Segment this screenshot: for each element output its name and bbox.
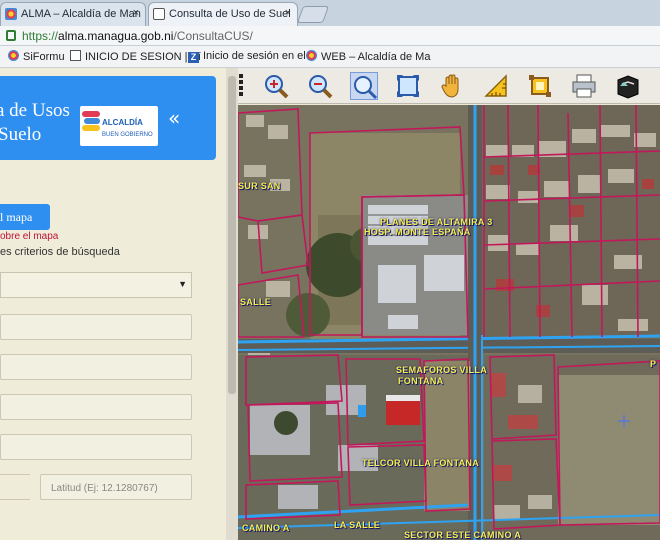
chevron-down-icon: ▼ [178,279,187,289]
map-label-planes-altamira: PLANES DE ALTAMIRA 3 [380,217,493,227]
url-scheme: https:// [22,29,59,43]
alcaldia-mark-icon [82,111,100,131]
page-content: a de Usos Suelo ALCALDÍA BUEN GOBIERNO «… [0,68,660,540]
map-label-hosp-monte-espana: HOSP. MONTE ESPAÑA [364,227,471,237]
flower-icon [306,50,317,61]
url-text[interactable]: https://alma.managua.gob.ni/ConsultaCUS/ [22,29,253,43]
map-label-salle: SALLE [240,297,272,307]
alcaldia-logo: ALCALDÍA BUEN GOBIERNO [80,106,158,146]
bookmark-label: INICIO DE SESION | Sí [85,51,201,63]
latitude-field[interactable]: Latitud (Ej: 12.1280767) [40,474,192,500]
zoom-in-icon[interactable] [262,72,290,100]
close-tab-icon[interactable]: × [285,7,291,19]
z-icon: Z [188,52,199,63]
document-icon [70,50,81,61]
identify-icon[interactable] [614,72,642,100]
tab-title: ALMA – Alcaldía de Man [21,8,141,20]
map-imagery [238,105,660,540]
bookmark-inicio-sesion[interactable]: INICIO DE SESION | Sí [70,50,201,63]
url-path: /ConsultaCUS/ [173,29,253,43]
map-label-la-salle: LA SALLE [334,520,381,530]
tab-consulta-uso-suelo[interactable]: Consulta de Uso de Suel × [148,2,298,26]
panel-title-line1: a de Usos [0,100,70,121]
map-label-camino-a: CAMINO A [242,523,290,533]
toolbar-grip-icon[interactable] [238,74,244,98]
page-favicon-icon [153,8,165,20]
close-tab-icon[interactable]: × [133,7,139,19]
criteria-select[interactable]: ▼ [0,272,192,298]
search-field-4[interactable] [0,434,192,460]
scrollbar-thumb[interactable] [228,76,236,394]
bookmark-siformu[interactable]: SiFormu [8,50,65,63]
bookmark-label: WEB – Alcaldía de Ma [321,51,431,63]
select-area-icon[interactable] [526,72,554,100]
panel-header: a de Usos Suelo ALCALDÍA BUEN GOBIERNO « [0,76,216,160]
map-label-sur-san: SUR SAN [238,181,281,191]
map-help-link[interactable]: obre el mapa [0,231,58,242]
zoom-box-icon[interactable] [350,72,378,100]
panel-scrollbar[interactable] [226,68,238,540]
bookmark-label: Inicio de sesión en el [203,50,306,62]
map-label-fontana: FONTANA [398,376,444,386]
bookmark-label: SiFormu [23,51,65,63]
search-panel: a de Usos Suelo ALCALDÍA BUEN GOBIERNO «… [0,68,226,540]
map-label-sector-este: SECTOR ESTE CAMINO A [404,530,522,540]
full-extent-icon[interactable] [394,72,422,100]
logo-tagline: BUEN GOBIERNO [102,132,153,138]
address-bar[interactable]: https://alma.managua.gob.ni/ConsultaCUS/ [0,26,660,46]
map-button[interactable]: l mapa [0,204,50,230]
zoom-out-icon[interactable] [306,72,334,100]
bookmarks-bar: SiFormu INICIO DE SESION | Sí Z Inicio de… [0,46,660,68]
url-host: alma.managua.gob.ni [58,29,174,43]
print-icon[interactable] [570,72,598,100]
map-label-edge: P [650,359,657,369]
search-field-1[interactable] [0,314,192,340]
screen: ALMA – Alcaldía de Man × Consulta de Uso… [0,0,660,540]
alcaldia-favicon-icon [5,8,17,20]
measure-icon[interactable] [482,72,510,100]
longitude-field[interactable] [0,474,30,500]
logo-name: ALCALDÍA [102,118,143,127]
new-tab-button[interactable] [296,6,330,23]
map-toolbar [238,68,660,104]
browser-tab-strip: ALMA – Alcaldía de Man × Consulta de Uso… [0,0,660,26]
collapse-panel-icon[interactable]: « [168,106,180,130]
map-label-semaforos: SEMAFOROS VILLA [396,365,488,375]
flower-icon [8,50,19,61]
map-label-telcor: TELCOR VILLA FONTANA [362,458,479,468]
tab-alma[interactable]: ALMA – Alcaldía de Man × [0,2,146,26]
search-criteria-label: es criterios de búsqueda [0,246,120,258]
pan-hand-icon[interactable] [438,72,466,100]
bookmark-inicio-sesion-z[interactable]: Z Inicio de sesión en el [188,50,306,63]
search-field-3[interactable] [0,394,192,420]
satellite-map[interactable]: SUR SAN PLANES DE ALTAMIRA 3 HOSP. MONTE… [238,105,660,540]
lock-icon [6,30,16,41]
bookmark-web-alcaldia[interactable]: WEB – Alcaldía de Ma [306,50,430,63]
tab-title: Consulta de Uso de Suel [169,8,291,20]
search-field-2[interactable] [0,354,192,380]
panel-title-line2: Suelo [0,124,42,145]
